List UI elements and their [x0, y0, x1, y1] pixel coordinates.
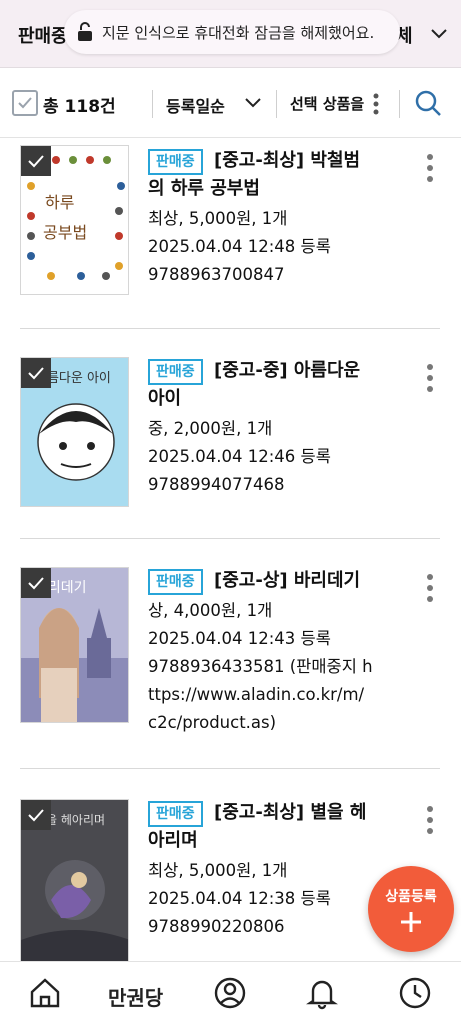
item-registered-date: 2025.04.04 12:43 등록	[148, 629, 331, 648]
check-icon	[18, 97, 32, 109]
list-item[interactable]: 바리데기 판매중 [중고-상] 바리데기 상, 4,000원, 1개 2025.…	[0, 539, 461, 769]
more-vertical-icon[interactable]	[424, 363, 436, 393]
check-icon	[28, 155, 44, 168]
home-icon[interactable]	[28, 976, 62, 1010]
item-checkbox[interactable]	[21, 358, 51, 388]
item-condition-price: 최상, 5,000원, 1개	[148, 209, 288, 228]
item-isbn-cont: ttps://www.aladin.co.kr/m/	[148, 685, 365, 704]
book-cover: 아름다운 아이	[20, 357, 129, 507]
list-item[interactable]: 하루 공부법 판매중 [중고-최상] 박철범 의 하루 공부법 최상, 5,00…	[0, 139, 461, 329]
item-condition-price: 상, 4,000원, 1개	[148, 601, 273, 620]
item-condition-price: 최상, 5,000원, 1개	[148, 861, 288, 880]
item-isbn: 9788990220806	[148, 917, 285, 936]
toast-message: 지문 인식으로 휴대전화 잠금을 해제했어요.	[102, 24, 375, 42]
book-cover: 하루 공부법	[20, 145, 129, 295]
plus-icon	[401, 912, 421, 932]
item-checkbox[interactable]	[21, 800, 51, 830]
svg-text:하루: 하루	[45, 193, 74, 212]
status-badge: 판매중	[148, 149, 203, 175]
clock-icon[interactable]	[398, 976, 432, 1010]
item-isbn: 9788936433581 (판매중지 h	[148, 657, 373, 676]
item-isbn: 9788994077468	[148, 475, 285, 494]
check-icon	[28, 577, 44, 590]
sort-dropdown[interactable]: 등록일순	[166, 93, 225, 117]
profile-icon[interactable]	[213, 976, 247, 1010]
svg-text:공부법: 공부법	[43, 223, 87, 242]
more-vertical-icon[interactable]	[373, 93, 379, 115]
divider	[152, 90, 153, 118]
item-checkbox[interactable]	[21, 146, 51, 176]
add-product-button[interactable]: 상품등록	[368, 866, 454, 952]
total-count: 총 118건	[43, 97, 116, 117]
book-cover: 바리데기	[20, 567, 129, 723]
unlock-icon	[78, 22, 92, 41]
bottom-nav: 만권당	[0, 961, 461, 1024]
chevron-down-icon[interactable]	[430, 26, 448, 40]
selected-goods-menu[interactable]: 선택 상품을	[290, 93, 364, 114]
item-registered-date: 2025.04.04 12:48 등록	[148, 237, 331, 256]
item-title[interactable]: [중고-최상] 박철범	[214, 148, 384, 174]
check-icon	[28, 809, 44, 822]
list-item[interactable]: 아름다운 아이 판매중 [중고-중] 아름다운 아이 중, 2,000원, 1개…	[0, 329, 461, 539]
select-all-checkbox[interactable]	[12, 90, 38, 116]
chevron-down-icon[interactable]	[244, 97, 262, 109]
filter-bar: 총 118건 등록일순 선택 상품을	[0, 68, 461, 138]
status-badge: 판매중	[148, 801, 203, 827]
item-condition-price: 중, 2,000원, 1개	[148, 419, 273, 438]
item-title[interactable]: [중고-최상] 별을 헤	[214, 800, 384, 826]
more-vertical-icon[interactable]	[424, 153, 436, 183]
item-registered-date: 2025.04.04 12:46 등록	[148, 447, 331, 466]
item-isbn-cont: c2c/product.as)	[148, 713, 277, 732]
item-checkbox[interactable]	[21, 568, 51, 598]
status-bar: 판매중 체 지문 인식으로 휴대전화 잠금을 해제했어요.	[0, 0, 461, 68]
status-badge: 판매중	[148, 359, 203, 385]
item-title[interactable]: [중고-상] 바리데기	[214, 568, 384, 594]
status-badge: 판매중	[148, 569, 203, 595]
more-vertical-icon[interactable]	[424, 573, 436, 603]
item-title-cont[interactable]: 아리며	[148, 828, 388, 854]
item-title-cont[interactable]: 의 하루 공부법	[148, 176, 388, 202]
item-title-cont[interactable]: 아이	[148, 386, 388, 412]
item-registered-date: 2025.04.04 12:38 등록	[148, 889, 331, 908]
more-vertical-icon[interactable]	[424, 805, 436, 835]
product-list: 하루 공부법 판매중 [중고-최상] 박철범 의 하루 공부법 최상, 5,00…	[0, 139, 461, 961]
nav-mall-title[interactable]: 만권당	[108, 982, 163, 1011]
book-cover: 별을 헤아리며	[20, 799, 129, 961]
item-isbn: 9788963700847	[148, 265, 285, 284]
search-icon[interactable]	[413, 88, 443, 118]
unlock-toast: 지문 인식으로 휴대전화 잠금을 해제했어요.	[64, 10, 400, 54]
divider	[276, 90, 277, 118]
divider	[399, 90, 400, 118]
bell-icon[interactable]	[305, 976, 339, 1010]
status-filter-label[interactable]: 판매중	[18, 22, 68, 48]
check-icon	[28, 367, 44, 380]
add-product-label: 상품등록	[385, 889, 437, 905]
item-title[interactable]: [중고-중] 아름다운	[214, 358, 384, 384]
